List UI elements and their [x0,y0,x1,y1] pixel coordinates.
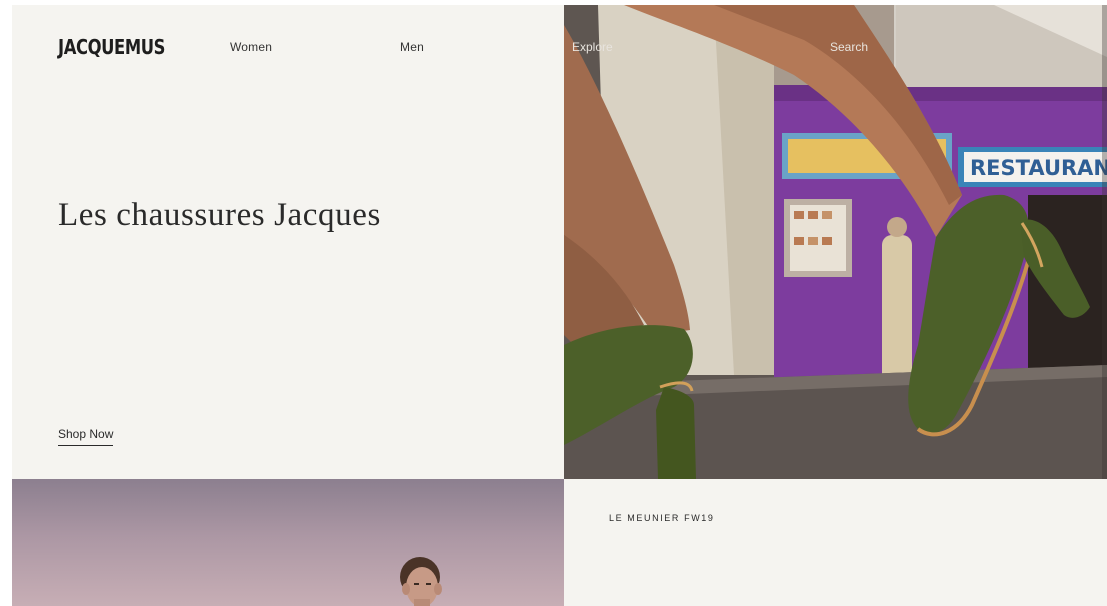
model-photo [400,557,442,606]
nav-search-link[interactable]: Search [830,40,868,54]
hero-title: Les chaussures Jacques [58,197,381,233]
nav-men-link[interactable]: Men [400,40,424,54]
nav-women-link[interactable]: Women [230,40,272,54]
homepage: JACQUEMUS Women Men Les chaussures Jacqu… [12,5,1107,606]
nav-explore-link[interactable]: Explore [572,40,613,54]
restaurant-sign-text: RESTAURANT [970,156,1107,180]
shop-now-link[interactable]: Shop Now [58,427,114,446]
brand-logo[interactable]: JACQUEMUS [58,35,165,59]
collection-image[interactable] [12,479,564,606]
collection-panel: LE MEUNIER FW19 [564,479,1107,606]
hero-text-panel: JACQUEMUS Women Men Les chaussures Jacqu… [12,5,564,479]
hero-image[interactable]: RESTAURANT [564,5,1107,479]
shoes-photo: RESTAURANT [564,5,1107,479]
collection-title[interactable]: LE MEUNIER FW19 [609,513,715,523]
